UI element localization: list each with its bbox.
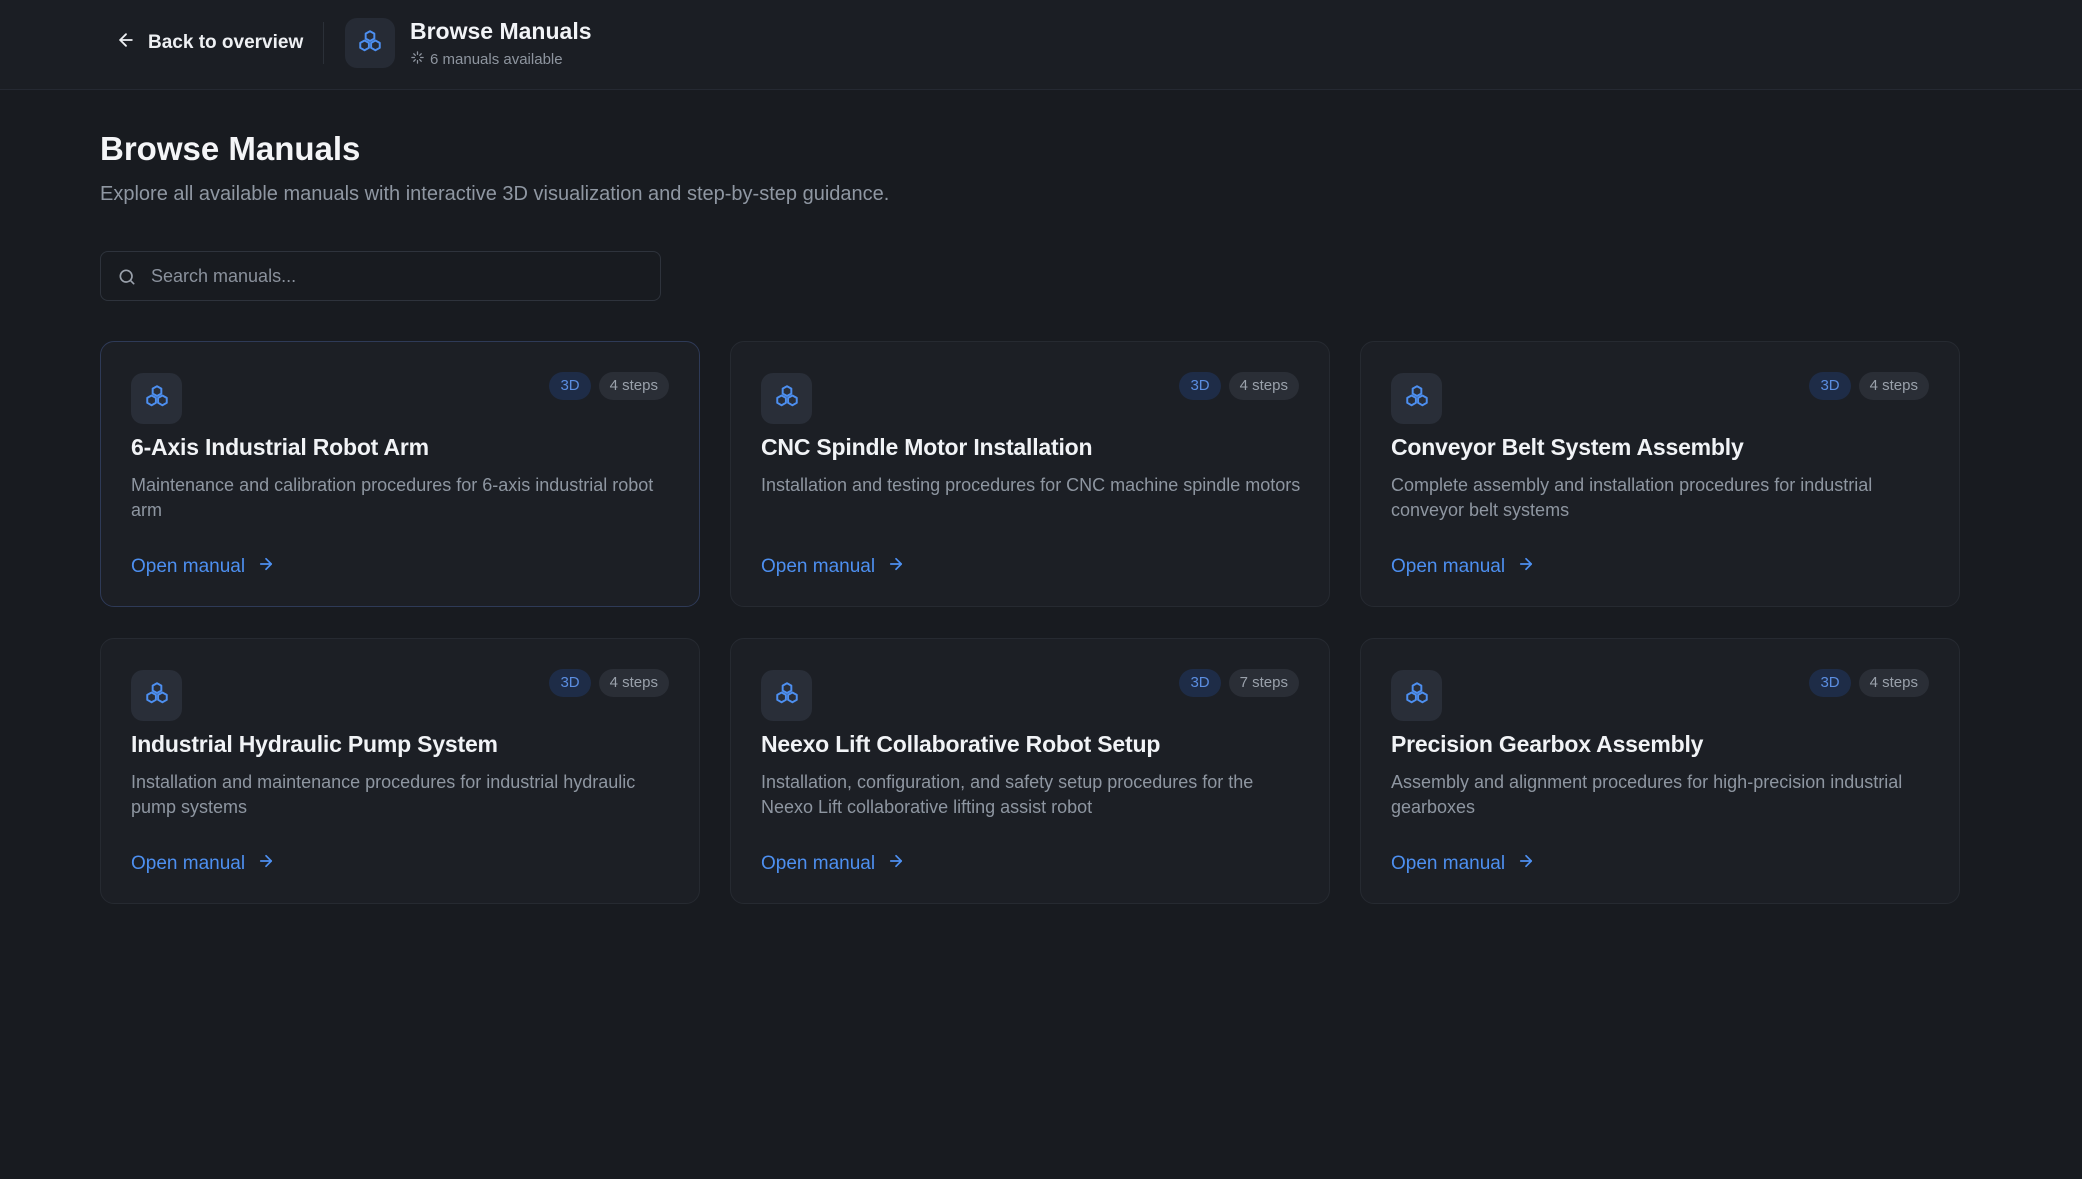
badge-3d: 3D xyxy=(1809,669,1851,697)
arrow-right-icon xyxy=(257,555,275,579)
card-badges: 3D 4 steps xyxy=(1809,669,1929,697)
manual-card[interactable]: 3D 4 steps Industrial Hydraulic Pump Syste… xyxy=(100,638,700,904)
card-badges: 3D 4 steps xyxy=(1179,372,1299,400)
manual-icon-box xyxy=(131,670,182,721)
open-manual-label: Open manual xyxy=(1391,853,1506,874)
badge-3d: 3D xyxy=(1179,669,1221,697)
arrow-right-icon xyxy=(1517,852,1535,876)
manual-card[interactable]: 3D 4 steps 6-Axis Industrial Robot Arm Main… xyxy=(100,341,700,607)
top-bar: Back to overview Browse Manuals 6 manual… xyxy=(0,0,2082,90)
manual-description: Maintenance and calibration procedures f… xyxy=(131,475,654,520)
manual-icon-box xyxy=(1391,670,1442,721)
open-manual-link[interactable]: Open manual xyxy=(131,555,275,579)
search-box xyxy=(100,251,661,301)
open-manual-label: Open manual xyxy=(761,853,876,874)
manual-card[interactable]: 3D 7 steps Neexo Lift Collaborative Robot … xyxy=(730,638,1330,904)
cubes-icon xyxy=(144,383,170,414)
manual-description: Installation and testing procedures for … xyxy=(761,475,1301,495)
header-subtitle: 6 manuals available xyxy=(410,50,563,69)
back-to-overview-button[interactable]: Back to overview xyxy=(116,28,303,58)
manual-title: Conveyor Belt System Assembly xyxy=(1391,434,1744,460)
open-manual-link[interactable]: Open manual xyxy=(1391,555,1535,579)
manual-card[interactable]: 3D 4 steps CNC Spindle Motor Installation I… xyxy=(730,341,1330,607)
arrow-right-icon xyxy=(887,555,905,579)
open-manual-label: Open manual xyxy=(131,853,246,874)
manual-description: Installation and maintenance procedures … xyxy=(131,772,636,817)
steps-badge: 4 steps xyxy=(1228,372,1299,400)
card-badges: 3D 4 steps xyxy=(1809,372,1929,400)
steps-badge: 4 steps xyxy=(598,372,669,400)
divider xyxy=(323,22,324,64)
search-input[interactable] xyxy=(151,252,651,300)
cubes-icon xyxy=(1404,383,1430,414)
open-manual-label: Open manual xyxy=(761,556,876,577)
steps-badge: 4 steps xyxy=(1858,372,1929,400)
cubes-icon xyxy=(144,680,170,711)
manuals-count: 6 manuals available xyxy=(430,51,563,68)
steps-badge: 4 steps xyxy=(598,669,669,697)
sparkle-icon xyxy=(410,50,425,69)
page-title: Browse Manuals xyxy=(100,130,361,167)
manual-card[interactable]: 3D 4 steps Precision Gearbox Assembly Assem… xyxy=(1360,638,1960,904)
card-badges: 3D 7 steps xyxy=(1179,669,1299,697)
badge-3d: 3D xyxy=(549,669,591,697)
open-manual-label: Open manual xyxy=(131,556,246,577)
arrow-right-icon xyxy=(257,852,275,876)
manual-title: Precision Gearbox Assembly xyxy=(1391,731,1704,757)
open-manual-link[interactable]: Open manual xyxy=(761,555,905,579)
cubes-icon xyxy=(357,28,383,59)
cubes-icon xyxy=(1404,680,1430,711)
manual-icon-box xyxy=(131,373,182,424)
manual-icon-box xyxy=(1391,373,1442,424)
card-badges: 3D 4 steps xyxy=(549,669,669,697)
steps-badge: 4 steps xyxy=(1858,669,1929,697)
manual-description: Installation, configuration, and safety … xyxy=(761,772,1254,817)
manual-card[interactable]: 3D 4 steps Conveyor Belt System Assembly Co… xyxy=(1360,341,1960,607)
open-manual-link[interactable]: Open manual xyxy=(131,852,275,876)
badge-3d: 3D xyxy=(549,372,591,400)
back-label: Back to overview xyxy=(148,32,304,53)
arrow-right-icon xyxy=(1517,555,1535,579)
arrow-right-icon xyxy=(887,852,905,876)
open-manual-link[interactable]: Open manual xyxy=(761,852,905,876)
cubes-icon xyxy=(774,383,800,414)
card-badges: 3D 4 steps xyxy=(549,372,669,400)
open-manual-link[interactable]: Open manual xyxy=(1391,852,1535,876)
manual-title: Industrial Hydraulic Pump System xyxy=(131,731,498,757)
manual-title: CNC Spindle Motor Installation xyxy=(761,434,1093,460)
arrow-left-icon xyxy=(116,30,136,56)
manual-icon-box xyxy=(761,670,812,721)
page-description: Explore all available manuals with inter… xyxy=(100,183,890,205)
manual-title: Neexo Lift Collaborative Robot Setup xyxy=(761,731,1161,757)
manual-icon-box xyxy=(761,373,812,424)
app-logo xyxy=(345,18,395,68)
header-title: Browse Manuals xyxy=(410,18,592,44)
manual-description: Assembly and alignment procedures for hi… xyxy=(1391,772,1903,817)
manual-description: Complete assembly and installation proce… xyxy=(1391,475,1873,520)
manual-title: 6-Axis Industrial Robot Arm xyxy=(131,434,429,460)
open-manual-label: Open manual xyxy=(1391,556,1506,577)
cubes-icon xyxy=(774,680,800,711)
steps-badge: 7 steps xyxy=(1228,669,1299,697)
badge-3d: 3D xyxy=(1809,372,1851,400)
badge-3d: 3D xyxy=(1179,372,1221,400)
